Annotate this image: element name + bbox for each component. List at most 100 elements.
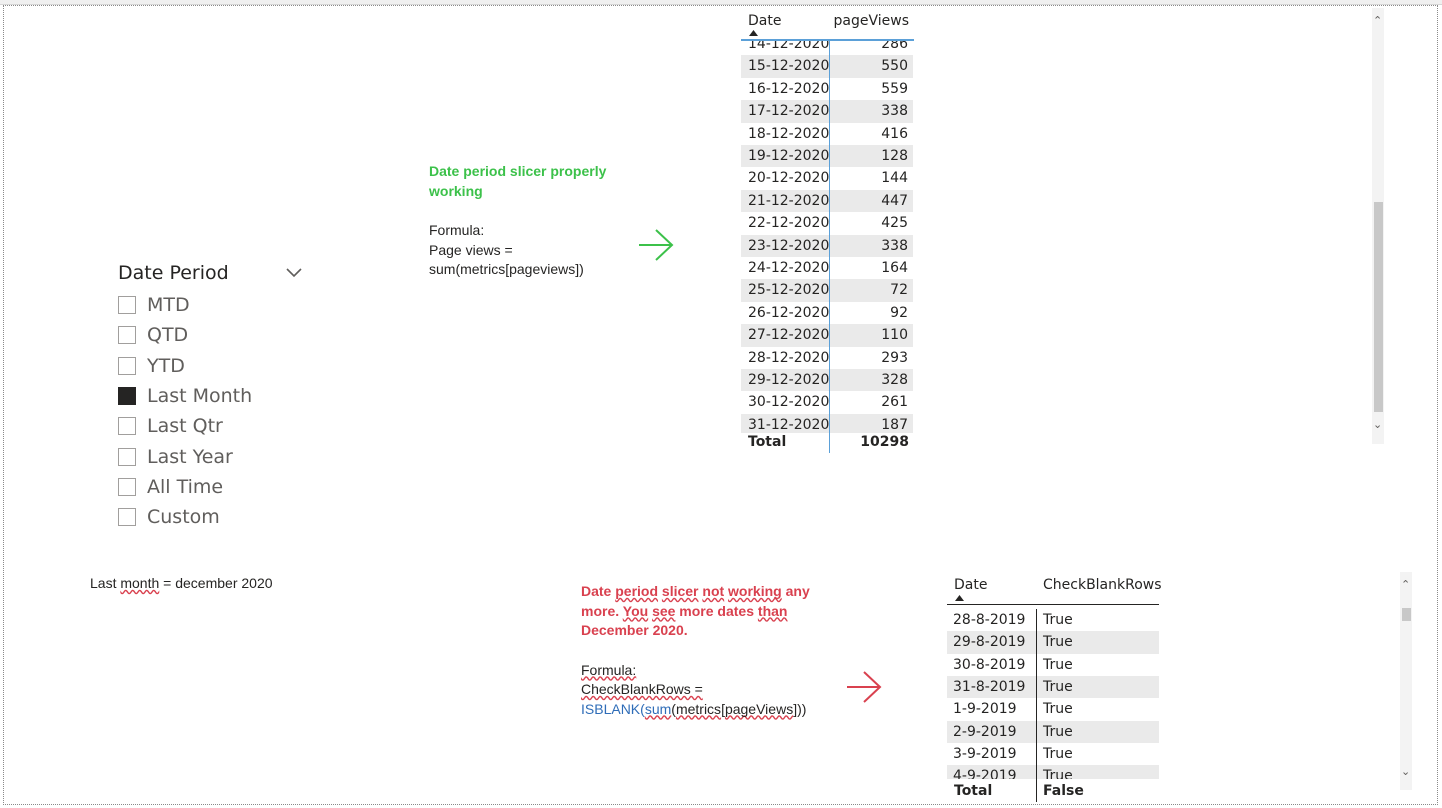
scroll-up-icon[interactable]: ⌃ xyxy=(1401,578,1410,591)
slicer-option[interactable]: Last Year xyxy=(118,444,233,470)
table-row: 31-12-2020 187 xyxy=(741,413,913,433)
table-body: 14-12-2020 286 15-12-2020 550 16-12-2020 559 1… xyxy=(741,41,915,433)
checkbox[interactable] xyxy=(118,386,136,405)
total-label: Total xyxy=(954,783,993,799)
table-row: 29-8-2019 True xyxy=(947,631,1159,654)
cell-date: 30-8-2019 xyxy=(953,656,1026,673)
slicer-option-label: Last Qtr xyxy=(147,415,223,438)
slicer-option-label: Last Month xyxy=(147,384,253,407)
header-divider xyxy=(947,604,1159,605)
cell-date: 18-12-2020 xyxy=(748,125,830,142)
slicer-option-label: Custom xyxy=(147,506,220,529)
cell-date: 23-12-2020 xyxy=(748,237,830,254)
slicer-option[interactable]: Last Qtr xyxy=(118,413,223,439)
broken-note: Date period slicer not working any more.… xyxy=(581,582,841,719)
sort-ascending-icon xyxy=(749,30,758,36)
checkbox[interactable] xyxy=(118,326,136,345)
cell-pageviews: 72 xyxy=(890,282,908,299)
scrollbar-thumb[interactable] xyxy=(1402,608,1411,621)
table-row: 14-12-2020 286 xyxy=(741,41,913,55)
column-divider xyxy=(829,41,830,453)
slicer-option-label: YTD xyxy=(147,354,185,377)
table-row: 17-12-2020 338 xyxy=(741,100,913,123)
column-header-date[interactable]: Date xyxy=(954,577,987,593)
cell-pageviews: 416 xyxy=(881,125,908,142)
checkbox[interactable] xyxy=(118,417,136,436)
cell-date: 27-12-2020 xyxy=(748,327,830,344)
cell-date: 2-9-2019 xyxy=(953,723,1017,740)
scrollbar-thumb[interactable] xyxy=(1374,202,1383,412)
table-row: 30-12-2020 261 xyxy=(741,391,913,413)
column-header-pageviews[interactable]: pageViews xyxy=(834,13,909,29)
note-headline: working xyxy=(429,182,483,199)
cell-date: 26-12-2020 xyxy=(748,304,830,321)
chevron-down-icon[interactable] xyxy=(284,262,304,282)
table-body: 28-8-2019 True 29-8-2019 True 30-8-2019 True 3… xyxy=(947,609,1161,779)
slicer-option[interactable]: Custom xyxy=(118,504,220,530)
cell-pageviews: 338 xyxy=(881,103,908,120)
working-note: Date period slicer properly working Form… xyxy=(429,162,649,280)
scrollbar[interactable]: ⌃ ⌄ xyxy=(1400,572,1412,790)
scrollbar[interactable]: ⌃ ⌄ xyxy=(1372,8,1384,444)
checkbox[interactable] xyxy=(118,356,136,375)
table-row: 2-9-2019 True xyxy=(947,720,1159,743)
table-row: 28-8-2019 True xyxy=(947,609,1159,631)
cell-date: 31-8-2019 xyxy=(953,678,1026,695)
total-label: Total xyxy=(748,434,787,450)
checkbox[interactable] xyxy=(118,477,136,496)
slicer-option[interactable]: MTD xyxy=(118,292,190,318)
slicer-option[interactable]: All Time xyxy=(118,474,223,500)
checkbox[interactable] xyxy=(118,296,136,314)
checkbox[interactable] xyxy=(118,447,136,466)
table-row: 23-12-2020 338 xyxy=(741,234,913,257)
cell-date: 15-12-2020 xyxy=(748,58,830,75)
slicer-option-label: All Time xyxy=(147,475,224,498)
table-row: 1-9-2019 True xyxy=(947,698,1159,720)
slicer-option[interactable]: QTD xyxy=(118,322,188,348)
slicer-title: Date Period xyxy=(118,262,229,284)
cell-checkblankrows: True xyxy=(1043,701,1073,718)
table-row: 24-12-2020 164 xyxy=(741,257,913,279)
cell-pageviews: 144 xyxy=(881,170,908,187)
cell-pageviews: 128 xyxy=(881,148,908,164)
cell-checkblankrows: True xyxy=(1043,634,1073,651)
note-headline: Date period slicer properly xyxy=(429,163,607,179)
scroll-down-icon[interactable]: ⌄ xyxy=(1373,418,1382,431)
scroll-down-icon[interactable]: ⌄ xyxy=(1401,765,1410,778)
cell-pageviews: 447 xyxy=(881,192,908,209)
cell-date: 16-12-2020 xyxy=(748,80,830,97)
table-row: 27-12-2020 110 xyxy=(741,324,913,347)
cell-pageviews: 261 xyxy=(881,394,908,411)
cell-checkblankrows: True xyxy=(1043,723,1073,740)
checkbox[interactable] xyxy=(118,508,136,527)
cell-pageviews: 92 xyxy=(890,304,908,321)
sort-ascending-icon xyxy=(955,595,964,601)
arrow-right-icon xyxy=(847,671,882,703)
cell-date: 4-9-2019 xyxy=(953,768,1017,779)
cell-pageviews: 559 xyxy=(881,80,908,97)
cell-pageviews: 293 xyxy=(881,349,908,366)
table-row: 3-9-2019 True xyxy=(947,743,1159,765)
table-row: 31-8-2019 True xyxy=(947,675,1159,699)
checkblank-table: Date CheckBlankRows 28-8-2019 True 29-8-20… xyxy=(947,572,1162,804)
scroll-up-icon[interactable]: ⌃ xyxy=(1373,14,1382,27)
cell-date: 30-12-2020 xyxy=(748,394,830,411)
column-divider xyxy=(1036,609,1037,802)
last-month-note: Last month = december 2020 xyxy=(90,575,273,591)
table-row: 29-12-2020 328 xyxy=(741,369,913,392)
table-row: 25-12-2020 72 xyxy=(741,279,913,302)
cell-checkblankrows: True xyxy=(1043,745,1073,762)
cell-pageviews: 425 xyxy=(881,215,908,232)
cell-checkblankrows: True xyxy=(1043,656,1073,673)
slicer-option[interactable]: YTD xyxy=(118,353,185,379)
table-row: 18-12-2020 416 xyxy=(741,123,913,145)
cell-date: 25-12-2020 xyxy=(748,282,830,299)
cell-pageviews: 328 xyxy=(881,372,908,388)
cell-date: 3-9-2019 xyxy=(953,745,1017,762)
table-row: 28-12-2020 293 xyxy=(741,347,913,369)
column-header-checkblankrows[interactable]: CheckBlankRows xyxy=(1043,577,1162,593)
pageviews-table: Date pageViews 14-12-2020 286 15-12-2020 55… xyxy=(741,8,915,456)
table-row: 16-12-2020 559 xyxy=(741,78,913,100)
column-header-date[interactable]: Date xyxy=(748,13,781,29)
slicer-option[interactable]: Last Month xyxy=(118,383,252,409)
